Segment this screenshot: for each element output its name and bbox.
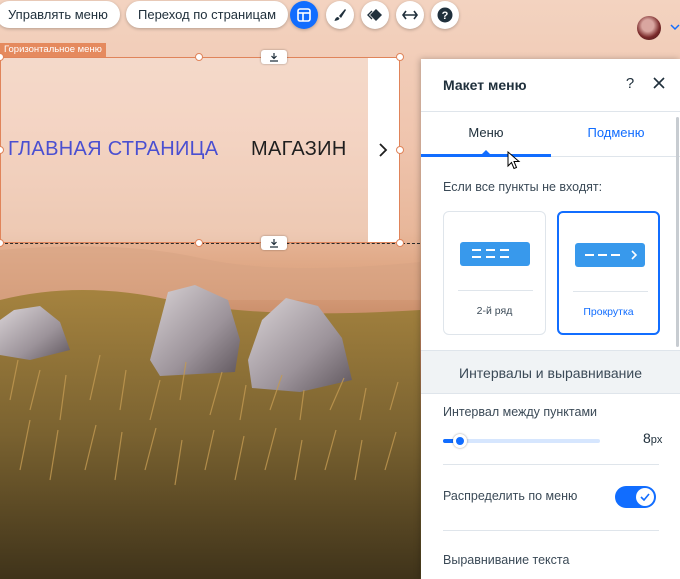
animation-button[interactable] xyxy=(361,1,389,29)
spacing-unit: px xyxy=(650,434,663,446)
svg-text:?: ? xyxy=(442,10,449,22)
spacing-value[interactable]: 8px xyxy=(643,430,662,446)
option-two-rows-label: 2-й ряд xyxy=(476,305,513,317)
layout-icon xyxy=(297,8,311,22)
spacing-label: Интервал между пунктами xyxy=(443,405,598,419)
section-boundary-line xyxy=(0,243,420,244)
manage-menu-button[interactable]: Управлять меню xyxy=(0,1,120,28)
panel-scrollbar[interactable] xyxy=(676,117,679,347)
option-divider xyxy=(573,291,648,292)
anchor-handle-bottom[interactable] xyxy=(261,236,287,250)
help-icon: ? xyxy=(437,7,453,23)
download-icon xyxy=(270,239,278,248)
overflow-label: Если все пункты не входят: xyxy=(443,180,603,194)
spacing-number: 8 xyxy=(643,430,651,446)
panel-help-button[interactable]: ? xyxy=(623,75,637,92)
download-icon xyxy=(270,53,278,62)
help-button[interactable]: ? xyxy=(431,1,459,29)
section-title: Интервалы и выравнивание xyxy=(459,365,642,381)
page-navigation-button[interactable]: Переход по страницам xyxy=(126,1,289,28)
resize-handle-right[interactable] xyxy=(396,146,404,154)
resize-handle-bottom-right[interactable] xyxy=(396,239,404,247)
spacing-slider-knob[interactable] xyxy=(453,434,467,448)
tab-submenu[interactable]: Подменю xyxy=(551,112,680,157)
brush-icon xyxy=(334,9,346,21)
option-two-rows[interactable]: 2-й ряд xyxy=(443,211,546,335)
resize-handle-top[interactable] xyxy=(195,53,203,61)
chevron-icon[interactable] xyxy=(670,22,680,32)
two-rows-icon xyxy=(460,242,530,266)
panel-title: Макет меню xyxy=(443,77,527,93)
user-avatar[interactable] xyxy=(637,16,661,40)
menu-layout-panel: Макет меню ? Меню Подменю Если все пункт… xyxy=(421,59,680,579)
toggle-knob xyxy=(636,488,654,506)
resize-handle-top-right[interactable] xyxy=(396,53,404,61)
anchor-handle-top[interactable] xyxy=(261,50,287,64)
check-icon xyxy=(640,493,650,501)
stretch-icon xyxy=(402,10,418,20)
text-align-label: Выравнивание текста xyxy=(443,553,570,567)
scroll-icon xyxy=(575,243,645,267)
divider xyxy=(443,464,659,465)
active-tab-notch xyxy=(481,150,491,155)
option-scroll[interactable]: Прокрутка xyxy=(557,211,660,335)
mouse-cursor-icon xyxy=(507,151,521,170)
divider xyxy=(443,530,659,531)
panel-header: Макет меню ? xyxy=(421,59,680,112)
design-button[interactable] xyxy=(326,1,354,29)
resize-handle-bottom[interactable] xyxy=(195,239,203,247)
section-spacing-alignment: Интервалы и выравнивание xyxy=(421,350,680,394)
selection-frame xyxy=(0,57,400,243)
element-name-tag: Горизонтальное меню xyxy=(0,43,106,57)
distribute-toggle[interactable] xyxy=(615,486,656,508)
animation-icon xyxy=(367,9,382,21)
distribute-label: Распределить по меню xyxy=(443,489,578,503)
stretch-button[interactable] xyxy=(396,1,424,29)
layout-button[interactable] xyxy=(290,1,318,29)
option-scroll-label: Прокрутка xyxy=(583,306,634,318)
close-icon[interactable] xyxy=(651,75,667,91)
option-divider xyxy=(458,290,533,291)
